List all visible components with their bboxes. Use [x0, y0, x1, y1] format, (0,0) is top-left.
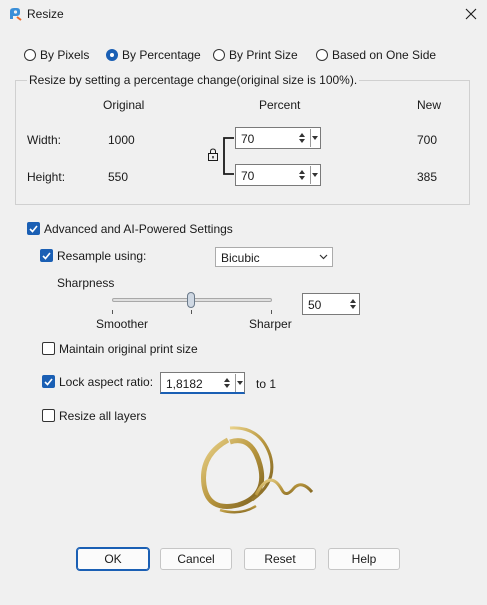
height-original-value: 550	[108, 170, 129, 184]
sharpness-label: Sharpness	[57, 276, 115, 290]
spin-up-icon	[350, 299, 356, 303]
advanced-settings-label: Advanced and AI-Powered Settings	[44, 222, 233, 236]
spinbox-value: 70	[241, 132, 255, 146]
resize-all-layers-checkbox[interactable]	[42, 409, 55, 422]
resize-all-layers-label: Resize all layers	[59, 409, 147, 423]
cancel-button[interactable]: Cancel	[160, 548, 232, 570]
resample-checkbox[interactable]	[40, 249, 53, 262]
width-original-value: 1000	[108, 133, 135, 147]
aspect-ratio-spinbox[interactable]: 1,8182	[160, 372, 245, 394]
checkmark-icon	[44, 377, 53, 386]
title-bar	[0, 0, 487, 30]
spin-down-icon	[299, 139, 305, 143]
resample-label: Resample using:	[57, 249, 147, 263]
dropdown-arrow-icon	[312, 173, 318, 177]
dropdown-arrow-icon	[237, 381, 243, 385]
window-title: Resize	[27, 7, 64, 21]
slider-tick	[112, 310, 113, 314]
paint-palette-icon	[10, 8, 22, 21]
spin-down-icon	[224, 384, 230, 388]
radio-label: Based on One Side	[332, 48, 437, 62]
spin-up-icon	[224, 378, 230, 382]
dropdown-arrow[interactable]	[235, 374, 244, 392]
maintain-print-size-checkbox[interactable]	[42, 342, 55, 355]
sharpness-spinbox[interactable]: 50	[302, 293, 360, 315]
spin-down-icon	[350, 305, 356, 309]
height-percent-spinbox[interactable]: 70	[235, 164, 321, 186]
col-original-header: Original	[103, 98, 145, 112]
radio-label: By Percentage	[122, 48, 201, 62]
dropdown-arrow[interactable]	[310, 129, 319, 147]
resample-method-select[interactable]: Bicubic	[215, 247, 333, 267]
radio-by-pixels[interactable]: By Pixels	[24, 47, 89, 63]
spin-arrows[interactable]	[348, 295, 358, 313]
aspect-ratio-suffix: to 1	[256, 377, 277, 391]
spin-arrows[interactable]	[222, 374, 232, 392]
help-button[interactable]: Help	[328, 548, 400, 570]
width-label: Width:	[27, 133, 62, 147]
signature-logo	[201, 426, 314, 514]
spin-down-icon	[299, 176, 305, 180]
slider-tick	[271, 310, 272, 314]
close-icon	[465, 8, 477, 20]
spinbox-value: 70	[241, 169, 255, 183]
spin-up-icon	[299, 133, 305, 137]
slider-min-label: Smoother	[96, 317, 149, 331]
ok-button[interactable]: OK	[76, 547, 150, 571]
chevron-down-icon	[319, 254, 328, 260]
close-button[interactable]	[455, 0, 487, 28]
group-title: Resize by setting a percentage change(or…	[27, 73, 360, 87]
lock-aspect-label: Lock aspect ratio:	[59, 375, 154, 389]
width-new-value: 700	[417, 133, 438, 147]
spin-arrows[interactable]	[297, 129, 307, 147]
dropdown-arrow[interactable]	[310, 166, 319, 184]
radio-circle	[106, 49, 118, 61]
width-percent-spinbox[interactable]: 70	[235, 127, 321, 149]
spin-arrows[interactable]	[297, 166, 307, 184]
checkmark-icon	[29, 224, 38, 233]
spinbox-value: 50	[308, 298, 322, 312]
spinbox-value: 1,8182	[166, 377, 203, 391]
advanced-settings-checkbox[interactable]	[27, 222, 40, 235]
radio-by-percentage[interactable]: By Percentage	[106, 47, 201, 63]
dropdown-arrow-icon	[312, 136, 318, 140]
reset-button[interactable]: Reset	[244, 548, 316, 570]
radio-by-print-size[interactable]: By Print Size	[213, 47, 298, 63]
col-percent-header: Percent	[259, 98, 301, 112]
lock-icon[interactable]	[207, 148, 219, 161]
lock-aspect-checkbox[interactable]	[42, 375, 55, 388]
checkmark-icon	[42, 251, 51, 260]
height-label: Height:	[27, 170, 66, 184]
radio-circle	[213, 49, 225, 61]
radio-based-on-one-side[interactable]: Based on One Side	[316, 47, 436, 63]
spin-up-icon	[299, 170, 305, 174]
col-new-header: New	[417, 98, 442, 112]
slider-max-label: Sharper	[249, 317, 292, 331]
radio-circle	[24, 49, 36, 61]
slider-tick	[191, 310, 192, 314]
height-new-value: 385	[417, 170, 438, 184]
radio-circle	[316, 49, 328, 61]
select-value: Bicubic	[221, 251, 260, 265]
maintain-print-size-label: Maintain original print size	[59, 342, 198, 356]
radio-label: By Print Size	[229, 48, 298, 62]
sharpness-slider-thumb[interactable]	[187, 292, 195, 308]
radio-label: By Pixels	[40, 48, 90, 62]
